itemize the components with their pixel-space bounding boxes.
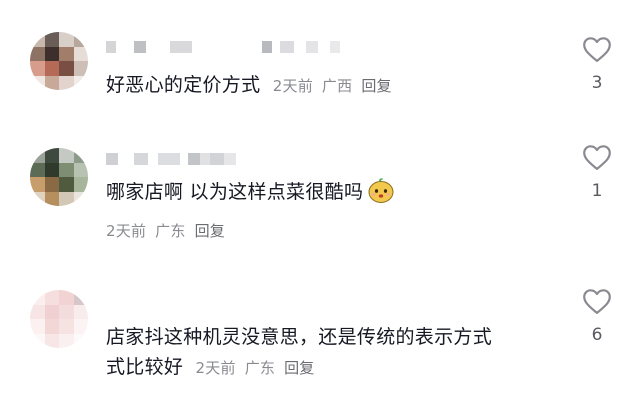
reply-button[interactable]: 回复 <box>361 77 391 95</box>
mango-face-emoji <box>368 178 394 203</box>
heart-outline-icon <box>583 145 611 171</box>
like-button[interactable]: 1 <box>580 144 614 201</box>
comment-time: 2天前 <box>272 77 313 95</box>
avatar[interactable] <box>30 32 88 90</box>
comment-text: 好恶心的定价方式 2天前 广西 回复 <box>106 70 401 101</box>
comment-text: 哪家店啊 以为这样点菜很酷吗 <box>106 176 395 207</box>
comment-time: 2天前 <box>195 359 236 377</box>
reply-button[interactable]: 回复 <box>284 359 314 377</box>
comment-body-line2: 式比较好 <box>106 356 184 378</box>
comment-time: 2天前 <box>106 222 147 240</box>
reply-button[interactable]: 回复 <box>195 222 225 240</box>
like-button[interactable]: 6 <box>580 288 614 345</box>
heart-outline-icon <box>583 289 611 315</box>
comment-meta: 2天前 广东 回复 <box>106 220 234 241</box>
comment-meta: 2天前 广东 回复 <box>196 359 324 377</box>
comment-location: 广东 <box>155 222 186 240</box>
comment-body-line1: 店家抖这种机灵没意思，还是传统的表示方式 <box>106 326 493 348</box>
like-count: 1 <box>591 181 603 201</box>
username-blurred[interactable] <box>106 38 340 56</box>
like-count: 6 <box>591 325 603 345</box>
avatar[interactable] <box>30 148 88 206</box>
comment-meta: 2天前 广西 回复 <box>273 77 401 95</box>
like-count: 3 <box>591 73 603 93</box>
comment-list: 好恶心的定价方式 2天前 广西 回复 3 哪家店啊 以为这样点菜很酷吗 2天前 … <box>0 0 640 402</box>
comment-body: 好恶心的定价方式 <box>106 74 261 96</box>
like-button[interactable]: 3 <box>580 36 614 93</box>
comment-body: 哪家店啊 以为这样点菜很酷吗 <box>106 181 364 203</box>
comment-location: 广西 <box>321 77 353 95</box>
comment-location: 广东 <box>244 359 276 377</box>
avatar[interactable] <box>30 290 88 348</box>
username-blurred[interactable] <box>106 150 236 168</box>
comment-text: 店家抖这种机灵没意思，还是传统的表示方式 式比较好 2天前 广东 回复 <box>106 322 556 383</box>
heart-outline-icon <box>583 37 611 63</box>
